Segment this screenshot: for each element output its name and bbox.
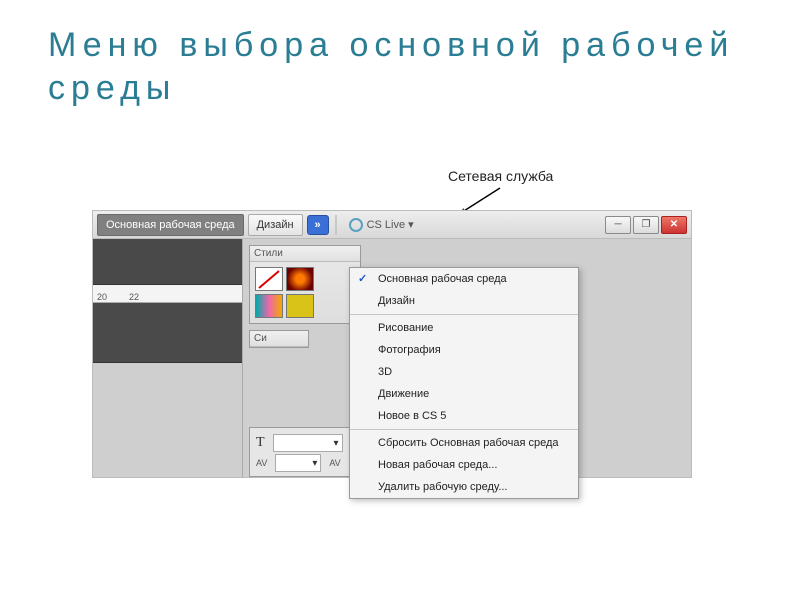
work-area: 20 22 Стили Си — [93, 239, 691, 477]
left-column: 20 22 — [93, 239, 243, 477]
chevron-down-icon: ▾ — [334, 438, 339, 449]
style-swatch[interactable] — [286, 267, 314, 291]
symbols-panel[interactable]: Си — [249, 330, 309, 348]
workspace-design-button[interactable]: Дизайн — [248, 214, 303, 236]
style-swatch[interactable] — [255, 294, 283, 318]
dark-band — [93, 239, 242, 285]
ruler: 20 22 — [93, 285, 242, 303]
cslive-ring-icon — [349, 218, 363, 232]
dropdown-item[interactable]: Основная рабочая среда — [350, 268, 578, 290]
styles-panel[interactable]: Стили — [249, 245, 361, 324]
ruler-tick: 20 — [97, 292, 107, 302]
styles-panel-title: Стили — [250, 246, 360, 262]
dropdown-item[interactable]: Фотография — [350, 339, 578, 361]
cs-live-button[interactable]: CS Live ▾ — [343, 216, 420, 234]
cs-live-label: CS Live ▾ — [367, 218, 414, 231]
kerning-select[interactable]: ▾ — [275, 454, 321, 472]
dropdown-item[interactable]: Сбросить Основная рабочая среда — [350, 432, 578, 454]
app-window: Основная рабочая среда Дизайн » CS Live … — [92, 210, 692, 478]
workspace-dropdown: Основная рабочая среда Дизайн Рисование … — [349, 267, 579, 499]
font-select[interactable]: ▾ — [273, 434, 343, 452]
maximize-button[interactable]: ❐ — [633, 216, 659, 234]
canvas-area[interactable] — [93, 303, 242, 363]
style-swatch[interactable] — [286, 294, 314, 318]
dropdown-item[interactable]: Движение — [350, 383, 578, 405]
dropdown-item[interactable]: Новая рабочая среда... — [350, 454, 578, 476]
annotation-label: Сетевая служба — [448, 168, 553, 184]
workspace-more-button[interactable]: » — [307, 215, 329, 235]
dropdown-separator — [350, 429, 578, 430]
symbols-panel-title: Си — [250, 331, 308, 347]
dropdown-item[interactable]: Новое в CS 5 — [350, 405, 578, 427]
ruler-tick: 22 — [129, 292, 139, 302]
close-button[interactable]: ✕ — [661, 216, 687, 234]
dropdown-item[interactable]: Дизайн — [350, 290, 578, 312]
chevron-down-icon: ▾ — [312, 458, 317, 469]
dropdown-separator — [350, 314, 578, 315]
slide-title: Меню выбора основной рабочей среды — [48, 24, 752, 109]
dropdown-item[interactable]: Рисование — [350, 317, 578, 339]
dropdown-item[interactable]: Удалить рабочую среду... — [350, 476, 578, 498]
separator — [335, 215, 337, 235]
minimize-button[interactable]: ─ — [605, 216, 631, 234]
tracking-label: AV — [329, 458, 340, 468]
app-topbar: Основная рабочая среда Дизайн » CS Live … — [93, 211, 691, 239]
dropdown-item[interactable]: 3D — [350, 361, 578, 383]
kerning-label: AV — [256, 458, 267, 468]
window-controls: ─ ❐ ✕ — [605, 216, 687, 234]
style-swatches — [250, 262, 360, 323]
type-glyph-icon: T — [256, 435, 265, 451]
workspace-current-button[interactable]: Основная рабочая среда — [97, 214, 244, 236]
style-swatch[interactable] — [255, 267, 283, 291]
